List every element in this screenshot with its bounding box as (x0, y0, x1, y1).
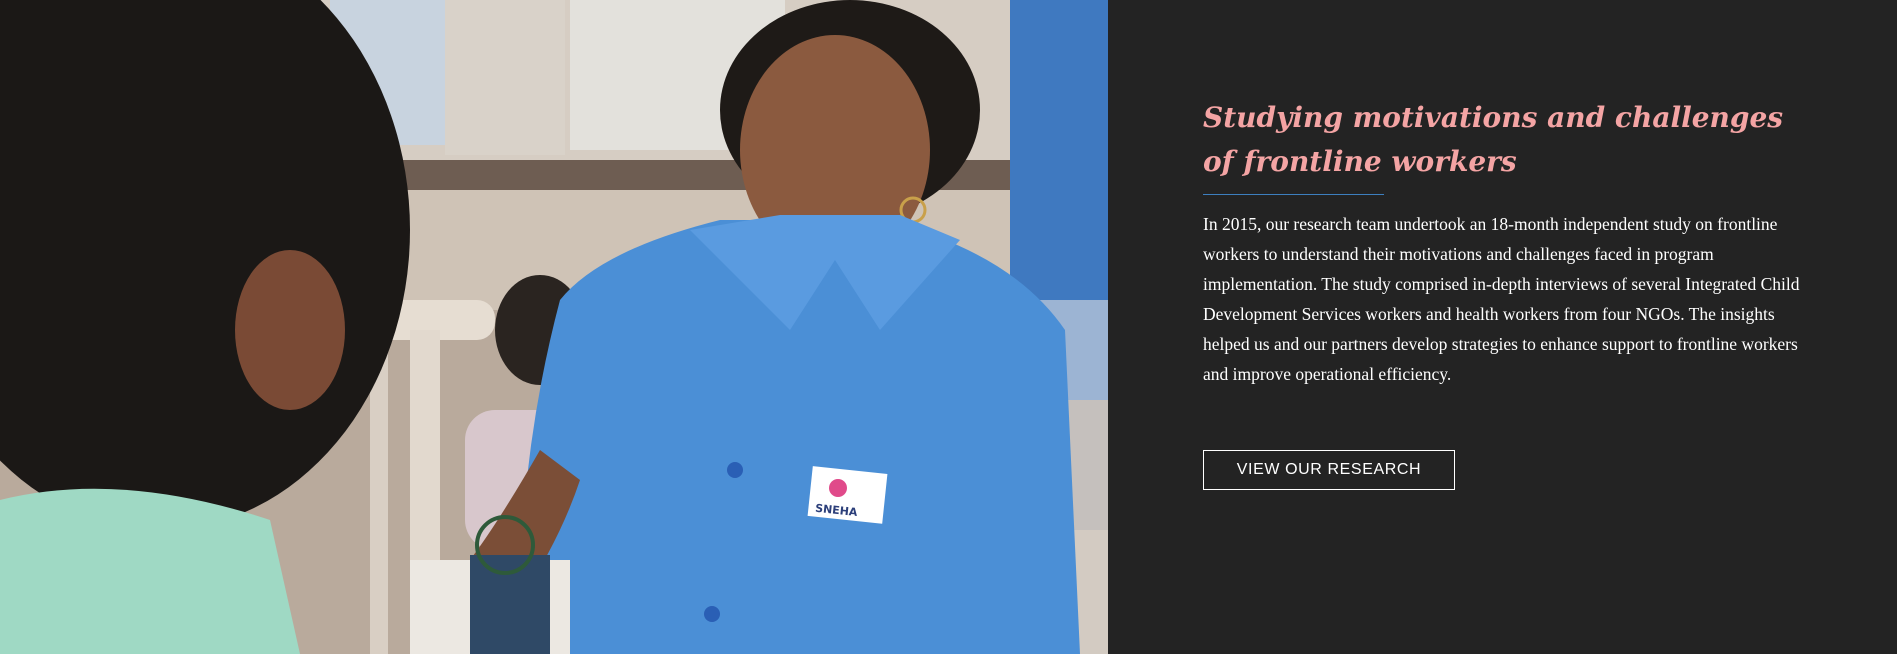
photo-illustration: SNEHA (0, 0, 1108, 654)
research-text-panel: Studying motivations and challenges of f… (1108, 0, 1897, 654)
feature-photo: SNEHA (0, 0, 1108, 654)
heading-divider (1203, 194, 1384, 195)
sneha-badge: SNEHA (807, 466, 888, 524)
view-our-research-button[interactable]: VIEW OUR RESEARCH (1203, 450, 1455, 490)
section-description: In 2015, our research team undertook an … (1203, 214, 1800, 384)
section-heading: Studying motivations and challenges of f… (1203, 101, 1784, 178)
research-feature-section: SNEHA Studying motivations and challenge… (0, 0, 1897, 654)
